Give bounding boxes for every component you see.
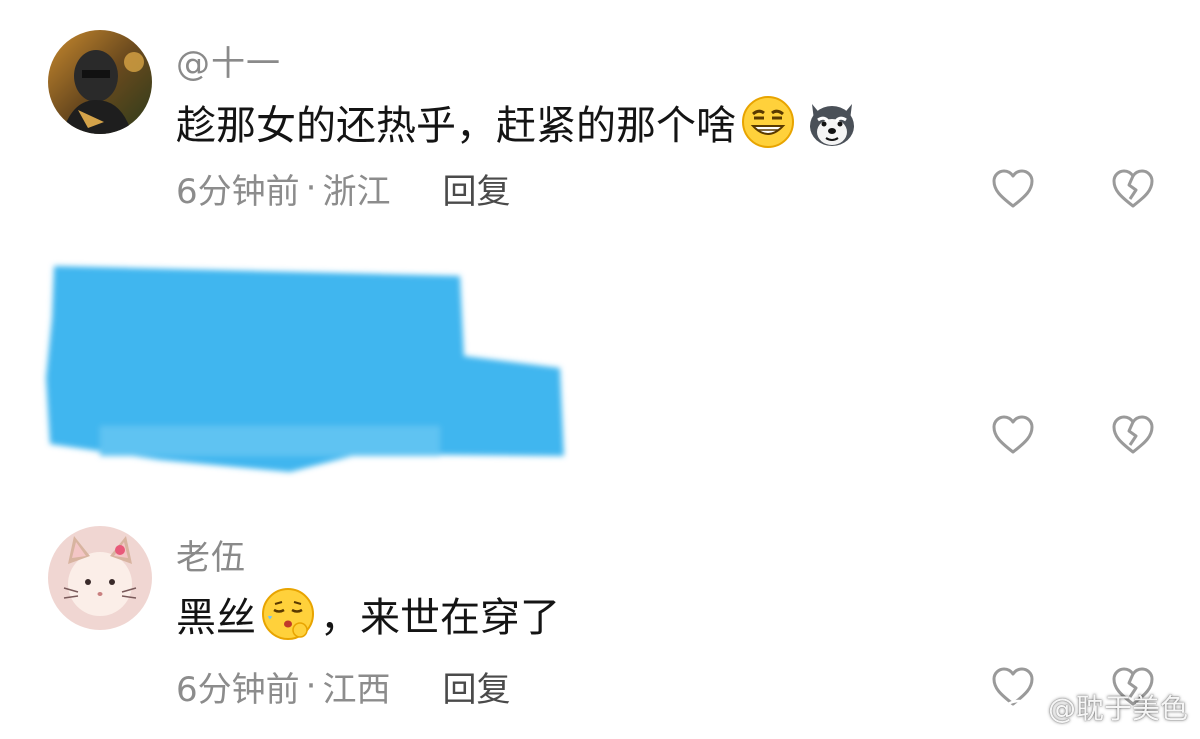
weibo-logo-icon xyxy=(1002,691,1042,723)
comment-text-body: 趁那女的还热乎，赶紧的那个啥 xyxy=(176,103,736,149)
comment-text: 趁那女的还热乎，赶紧的那个啥 xyxy=(176,92,864,152)
reply-button[interactable]: 回复 xyxy=(442,164,510,213)
watermark-text: @耽于美色 xyxy=(1047,692,1188,725)
comment-time: 6分钟前 xyxy=(176,171,300,212)
avatar[interactable] xyxy=(48,30,152,134)
comment-meta: 6分钟前 · 江西 回复 xyxy=(176,662,510,711)
avatar[interactable] xyxy=(48,526,152,630)
broken-heart-icon[interactable] xyxy=(1110,166,1156,212)
comment-location: 浙江 xyxy=(322,171,391,212)
comment-item: @十一 趁那女的还热乎，赶紧的那个啥 6分钟前 · 浙江 回复 xyxy=(0,0,1200,230)
comment-location: 江西 xyxy=(322,669,391,710)
username[interactable]: @十一 xyxy=(176,36,281,85)
username[interactable]: 老伍 xyxy=(176,530,246,579)
broken-heart-icon[interactable] xyxy=(1110,412,1156,458)
watermark: @耽于美色 xyxy=(1002,687,1188,727)
heart-outline-icon[interactable] xyxy=(990,166,1036,212)
comment-time: 6分钟前 xyxy=(176,669,300,710)
comment-meta: 6分钟前 · 浙江 回复 xyxy=(176,164,510,213)
meta-separator: · xyxy=(305,666,317,706)
comment-text-before: 黑丝 xyxy=(176,595,256,641)
redaction-overlay xyxy=(40,258,570,478)
meta-separator: · xyxy=(305,168,317,208)
grinning-smirk-emoji-icon xyxy=(740,94,796,150)
husky-dog-emoji-icon xyxy=(804,94,860,150)
comment-text: 黑丝 ，来世在穿了 xyxy=(176,584,560,644)
reply-button[interactable]: 回复 xyxy=(442,662,510,711)
kissing-sad-emoji-icon xyxy=(260,586,316,642)
comment-text-after: ，来世在穿了 xyxy=(320,595,560,641)
heart-outline-icon[interactable] xyxy=(990,412,1036,458)
